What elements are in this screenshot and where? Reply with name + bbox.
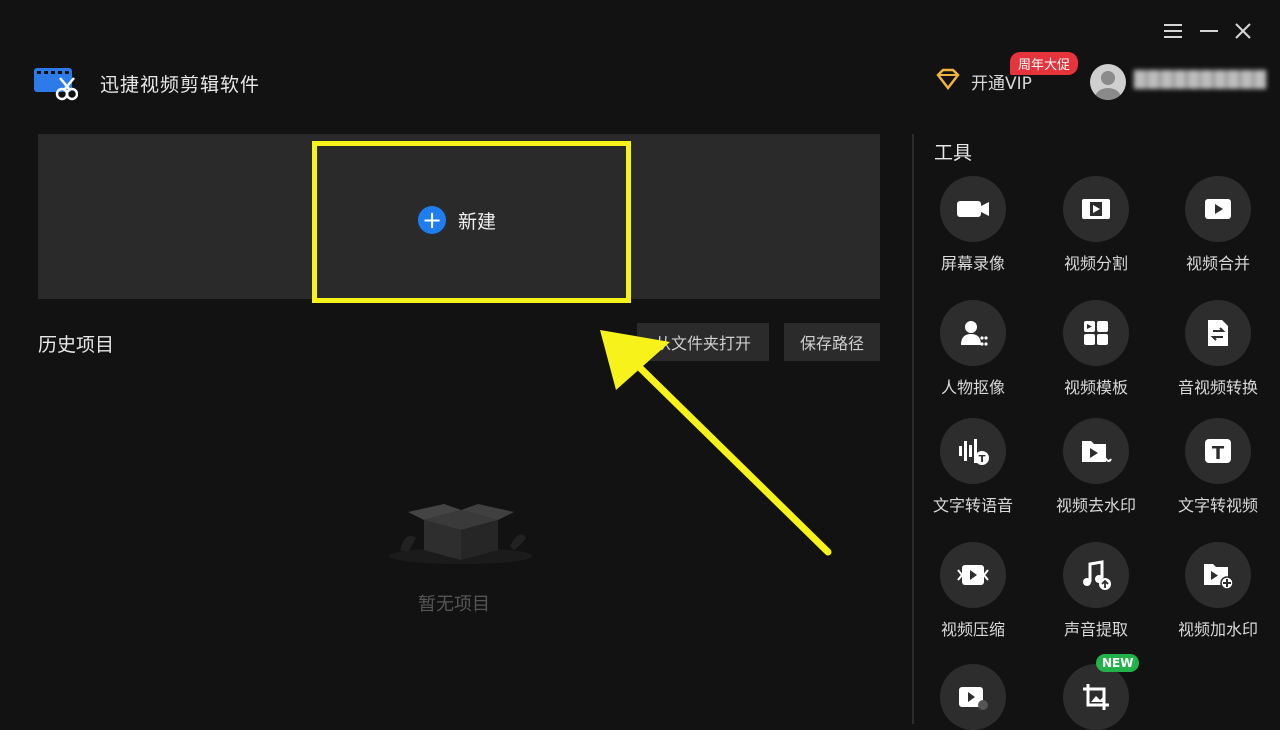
svg-text:T: T bbox=[1212, 443, 1225, 464]
add-watermark-icon bbox=[1185, 542, 1251, 608]
text-to-video-icon: T bbox=[1185, 418, 1251, 484]
svg-text:T: T bbox=[979, 454, 986, 465]
film-split-icon bbox=[1063, 176, 1129, 242]
tool-label: 音视频转换 bbox=[1177, 378, 1258, 397]
minimize-icon[interactable] bbox=[1196, 18, 1222, 44]
audio-extract-icon bbox=[1063, 542, 1129, 608]
empty-box-icon bbox=[386, 498, 536, 568]
new-badge: NEW bbox=[1096, 654, 1140, 672]
tool-text-to-speech[interactable]: T 文字转语音 bbox=[918, 418, 1028, 516]
tool-label: 视频合并 bbox=[1185, 254, 1250, 273]
app-title: 迅捷视频剪辑软件 bbox=[100, 74, 261, 96]
tool-video-split[interactable]: 视频分割 bbox=[1041, 176, 1151, 274]
tools-title: 工具 bbox=[934, 142, 973, 164]
tool-video-merge[interactable]: 视频合并 bbox=[1163, 176, 1273, 274]
compress-icon bbox=[940, 542, 1006, 608]
video-icon bbox=[940, 664, 1006, 730]
avatar[interactable] bbox=[1090, 64, 1126, 100]
tool-audio-extract[interactable]: 声音提取 bbox=[1041, 542, 1151, 640]
text-to-speech-icon: T bbox=[940, 418, 1006, 484]
tool-label: 视频加水印 bbox=[1177, 620, 1258, 639]
camera-icon bbox=[940, 176, 1006, 242]
tool-label: 文字转视频 bbox=[1177, 496, 1258, 515]
crop-icon bbox=[1063, 664, 1129, 730]
tool-label: 视频压缩 bbox=[940, 620, 1005, 639]
tool-label: 视频分割 bbox=[1063, 254, 1128, 273]
diamond-icon bbox=[935, 68, 961, 95]
tool-label: 声音提取 bbox=[1063, 620, 1128, 639]
promo-badge: 周年大促 bbox=[1010, 52, 1079, 75]
app-logo-icon bbox=[34, 66, 79, 102]
panel-divider bbox=[912, 134, 914, 724]
tool-av-convert[interactable]: 音视频转换 bbox=[1163, 300, 1273, 398]
tool-screen-record[interactable]: 屏幕录像 bbox=[918, 176, 1028, 274]
username[interactable]: ██████████ bbox=[1134, 70, 1267, 89]
tool-label: 文字转语音 bbox=[932, 496, 1013, 515]
tool-video-partial[interactable] bbox=[918, 664, 1028, 730]
menu-icon[interactable] bbox=[1160, 18, 1186, 44]
tool-add-watermark[interactable]: 视频加水印 bbox=[1163, 542, 1273, 640]
template-icon bbox=[1063, 300, 1129, 366]
tool-label: 人物抠像 bbox=[940, 378, 1005, 397]
tool-video-compress[interactable]: 视频压缩 bbox=[918, 542, 1028, 640]
video-merge-icon bbox=[1185, 176, 1251, 242]
person-cutout-icon bbox=[940, 300, 1006, 366]
tool-label: 视频模板 bbox=[1063, 378, 1128, 397]
tool-label: 屏幕录像 bbox=[940, 254, 1005, 273]
empty-text: 暂无项目 bbox=[418, 594, 490, 615]
tool-crop-partial[interactable] bbox=[1041, 664, 1151, 730]
plus-icon: + bbox=[418, 206, 446, 234]
tool-video-template[interactable]: 视频模板 bbox=[1041, 300, 1151, 398]
tool-label: 视频去水印 bbox=[1055, 496, 1136, 515]
tool-person-cutout[interactable]: 人物抠像 bbox=[918, 300, 1028, 398]
history-title: 历史项目 bbox=[38, 334, 115, 356]
convert-icon bbox=[1185, 300, 1251, 366]
new-label: 新建 bbox=[458, 210, 497, 233]
remove-watermark-icon bbox=[1063, 418, 1129, 484]
tool-remove-watermark[interactable]: 视频去水印 bbox=[1041, 418, 1151, 516]
close-icon[interactable] bbox=[1230, 18, 1256, 44]
arrow-annotation bbox=[600, 330, 832, 556]
tool-text-to-video[interactable]: T 文字转视频 bbox=[1163, 418, 1273, 516]
new-project-button[interactable]: + 新建 bbox=[418, 206, 496, 234]
